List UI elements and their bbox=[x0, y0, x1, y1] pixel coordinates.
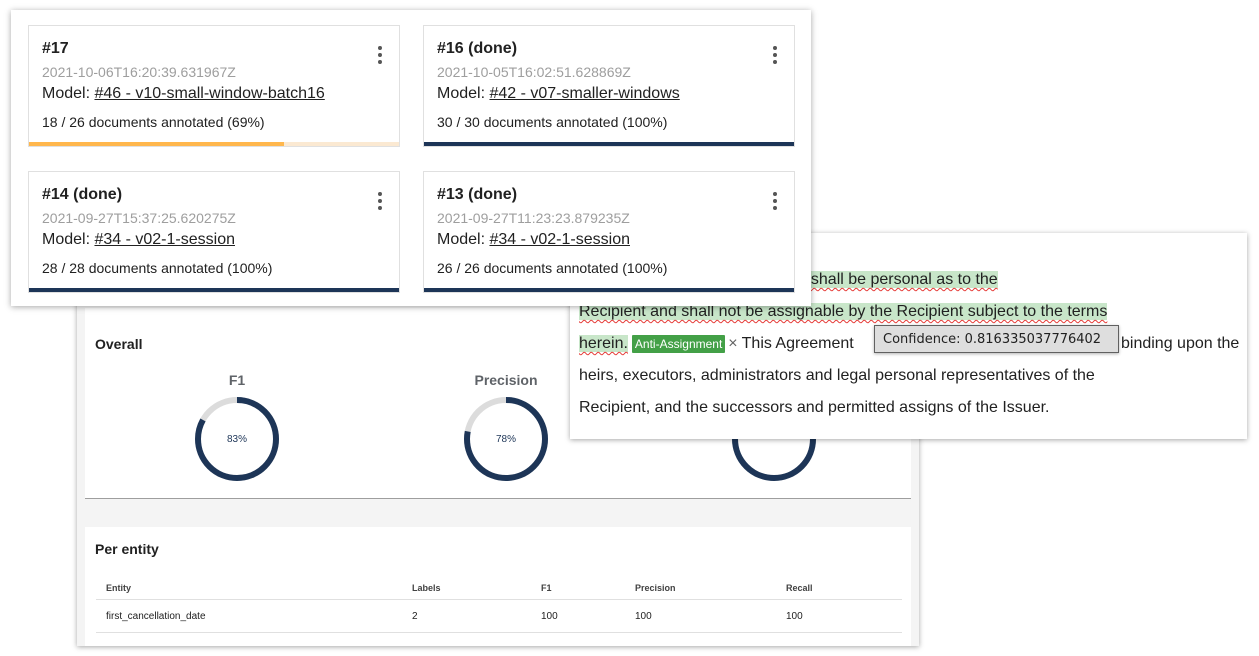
progress-bar bbox=[424, 288, 794, 292]
cell-entity: first_cancellation_date bbox=[96, 599, 402, 633]
entity-tag[interactable]: Anti-Assignment bbox=[631, 335, 726, 353]
donut-chart-f1: 83% bbox=[195, 397, 279, 481]
text-fragment: This Agreement bbox=[741, 335, 854, 353]
column-header-recall[interactable]: Recall bbox=[776, 577, 902, 600]
set-progress-text: 18 / 26 documents annotated (69%) bbox=[42, 114, 265, 130]
set-model: Model: #34 - v02-1-session bbox=[42, 231, 235, 249]
table-row: first_cancellation_date 2 100 100 100 bbox=[96, 599, 902, 633]
set-model: Model: #42 - v07-smaller-windows bbox=[437, 85, 680, 103]
model-link[interactable]: #42 - v07-smaller-windows bbox=[489, 85, 679, 102]
model-prefix: Model: bbox=[42, 231, 95, 248]
set-id: #14 (done) bbox=[42, 186, 123, 203]
cell-labels: 2 bbox=[402, 599, 531, 633]
set-id: #17 bbox=[42, 40, 69, 57]
column-header-labels[interactable]: Labels bbox=[402, 577, 531, 600]
set-model: Model: #46 - v10-small-window-batch16 bbox=[42, 85, 325, 103]
model-prefix: Model: bbox=[437, 85, 490, 102]
donut-f1: F1 83% bbox=[177, 370, 297, 484]
annotation-set-card[interactable]: #13 (done) 2021-09-27T11:23:23.879235Z M… bbox=[424, 172, 794, 292]
text-line-3: herein. Anti-Assignment × This Agreement bbox=[579, 332, 854, 356]
per-entity-table: Entity Labels F1 Precision Recall first_… bbox=[96, 577, 902, 633]
column-header-entity[interactable]: Entity bbox=[96, 577, 402, 600]
model-link[interactable]: #34 - v02-1-session bbox=[489, 231, 630, 248]
annotation-sets-panel: #17 2021-10-06T16:20:39.631967Z Model: #… bbox=[11, 10, 811, 306]
text-fragment: binding upon the bbox=[1121, 335, 1240, 352]
table-header-row: Entity Labels F1 Precision Recall bbox=[96, 577, 902, 600]
progress-bar-fill bbox=[424, 142, 794, 146]
per-entity-title: Per entity bbox=[95, 541, 159, 557]
model-link[interactable]: #46 - v10-small-window-batch16 bbox=[94, 85, 324, 102]
column-header-precision[interactable]: Precision bbox=[625, 577, 776, 600]
set-timestamp: 2021-10-06T16:20:39.631967Z bbox=[42, 64, 236, 80]
set-progress-text: 26 / 26 documents annotated (100%) bbox=[437, 260, 668, 276]
donut-precision: Precision 78% bbox=[446, 370, 566, 484]
cell-f1: 100 bbox=[531, 599, 625, 633]
cell-recall: 100 bbox=[776, 599, 902, 633]
model-prefix: Model: bbox=[42, 85, 95, 102]
set-id: #13 (done) bbox=[437, 186, 518, 203]
overall-title: Overall bbox=[95, 336, 143, 352]
set-progress-text: 30 / 30 documents annotated (100%) bbox=[437, 114, 668, 130]
set-timestamp: 2021-09-27T11:23:23.879235Z bbox=[437, 210, 630, 226]
text-line-1: t shall be personal as to the bbox=[802, 268, 998, 292]
progress-bar bbox=[29, 142, 399, 146]
annotation-set-card[interactable]: #14 (done) 2021-09-27T15:37:25.620275Z M… bbox=[29, 172, 399, 292]
column-header-f1[interactable]: F1 bbox=[531, 577, 625, 600]
progress-bar-fill bbox=[29, 288, 399, 292]
donut-label: F1 bbox=[228, 372, 246, 388]
donut-value: 78% bbox=[496, 434, 516, 445]
progress-bar bbox=[424, 142, 794, 146]
set-timestamp: 2021-10-05T16:02:51.628869Z bbox=[437, 64, 631, 80]
annotation-set-card[interactable]: #16 (done) 2021-10-05T16:02:51.628869Z M… bbox=[424, 26, 794, 146]
set-progress-text: 28 / 28 documents annotated (100%) bbox=[42, 260, 273, 276]
close-icon[interactable]: × bbox=[728, 332, 737, 356]
text-line-5: Recipient, and the successors and permit… bbox=[579, 399, 1050, 416]
model-link[interactable]: #34 - v02-1-session bbox=[94, 231, 235, 248]
more-vert-icon[interactable] bbox=[768, 46, 782, 68]
donut-value: 83% bbox=[227, 434, 247, 445]
progress-bar-fill bbox=[29, 142, 285, 146]
progress-bar bbox=[29, 288, 399, 292]
donut-chart-precision: 78% bbox=[464, 397, 548, 481]
text-line-3-tail: binding upon the bbox=[1121, 332, 1239, 356]
set-model: Model: #34 - v02-1-session bbox=[437, 231, 630, 249]
donut-label: Precision bbox=[474, 372, 538, 388]
more-vert-icon[interactable] bbox=[373, 192, 387, 214]
more-vert-icon[interactable] bbox=[373, 46, 387, 68]
set-timestamp: 2021-09-27T15:37:25.620275Z bbox=[42, 210, 236, 226]
text-line-4: heirs, executors, administrators and leg… bbox=[579, 367, 1095, 384]
model-prefix: Model: bbox=[437, 231, 490, 248]
cell-precision: 100 bbox=[625, 599, 776, 633]
set-id: #16 (done) bbox=[437, 40, 518, 57]
confidence-tooltip: Confidence: 0.816335037776402 bbox=[874, 325, 1119, 353]
highlighted-span[interactable]: t shall be personal as to the bbox=[802, 271, 998, 288]
progress-bar-fill bbox=[424, 288, 794, 292]
highlighted-span[interactable]: herein. bbox=[579, 335, 628, 353]
per-entity-card: Per entity Entity Labels F1 Precision Re… bbox=[85, 527, 911, 646]
annotation-set-card[interactable]: #17 2021-10-06T16:20:39.631967Z Model: #… bbox=[29, 26, 399, 146]
more-vert-icon[interactable] bbox=[768, 192, 782, 214]
